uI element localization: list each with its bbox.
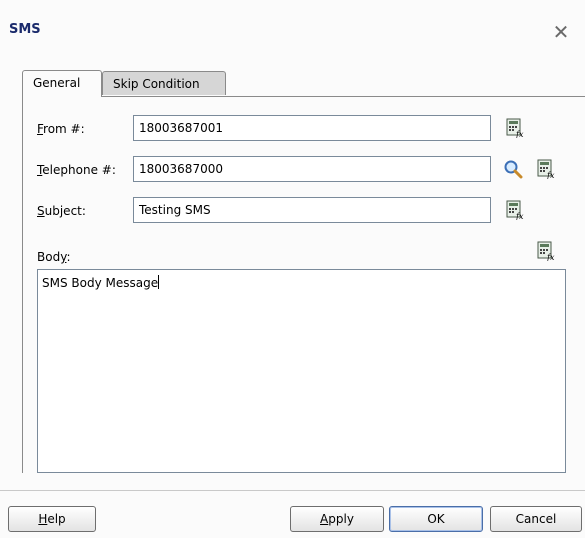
sms-dialog: SMS ✕ General Skip Condition From #: 180…: [0, 0, 585, 538]
dialog-title: SMS: [9, 22, 41, 37]
from-field[interactable]: 18003687001: [133, 115, 491, 141]
search-icon[interactable]: [503, 159, 523, 179]
close-icon[interactable]: ✕: [551, 22, 571, 42]
telephone-label: Telephone #:: [37, 163, 116, 177]
from-label: From #:: [37, 122, 85, 136]
body-text: SMS Body Message: [42, 276, 159, 290]
ok-button[interactable]: OK: [389, 506, 483, 532]
text-caret: [158, 275, 160, 289]
expression-builder-icon[interactable]: fx: [536, 241, 556, 261]
apply-button[interactable]: Apply: [290, 506, 384, 532]
tab-general[interactable]: General: [22, 70, 102, 97]
subject-field[interactable]: Testing SMS: [133, 197, 491, 223]
expression-builder-icon[interactable]: fx: [505, 200, 525, 220]
svg-text:fx: fx: [546, 253, 555, 261]
expression-builder-icon[interactable]: fx: [536, 159, 556, 179]
expression-builder-icon[interactable]: fx: [505, 118, 525, 138]
telephone-field[interactable]: 18003687000: [133, 156, 491, 182]
button-bar-divider: [0, 490, 585, 491]
svg-text:fx: fx: [515, 130, 524, 138]
body-label: Body:: [37, 250, 71, 264]
svg-text:fx: fx: [515, 212, 524, 220]
cancel-button[interactable]: Cancel: [490, 506, 582, 532]
body-textarea[interactable]: SMS Body Message: [37, 269, 566, 473]
help-button[interactable]: Help: [8, 506, 96, 532]
subject-label: Subject:: [37, 204, 86, 218]
tab-skip-condition[interactable]: Skip Condition: [102, 71, 226, 95]
svg-text:fx: fx: [546, 171, 555, 179]
